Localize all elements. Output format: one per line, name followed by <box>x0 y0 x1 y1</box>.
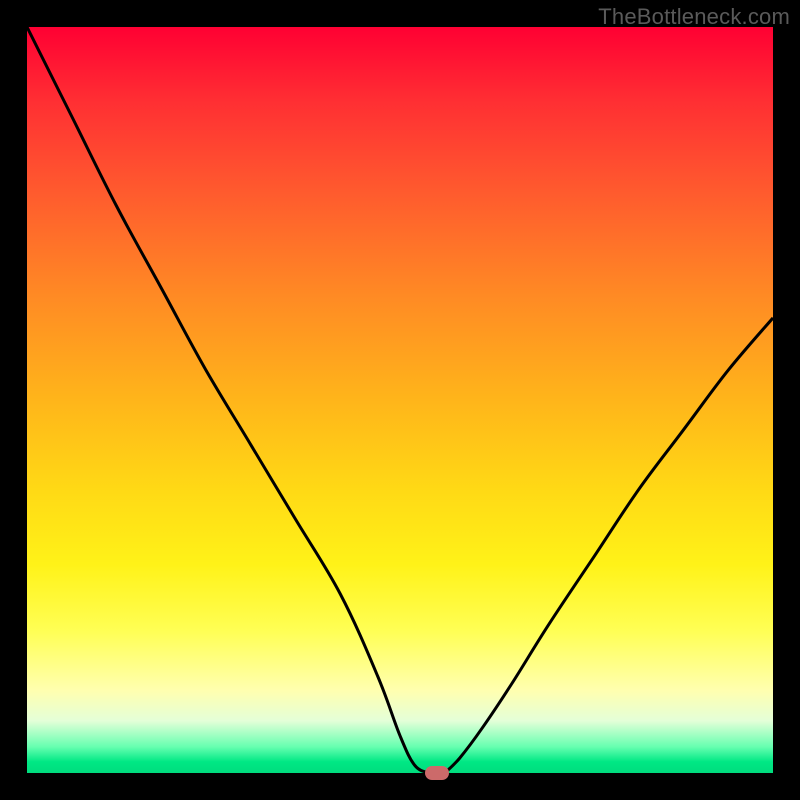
minimum-marker <box>425 766 449 780</box>
plot-area <box>27 27 773 773</box>
bottleneck-curve <box>27 27 773 773</box>
curve-right <box>445 318 773 773</box>
chart-frame: TheBottleneck.com <box>0 0 800 800</box>
curve-left <box>27 27 430 773</box>
